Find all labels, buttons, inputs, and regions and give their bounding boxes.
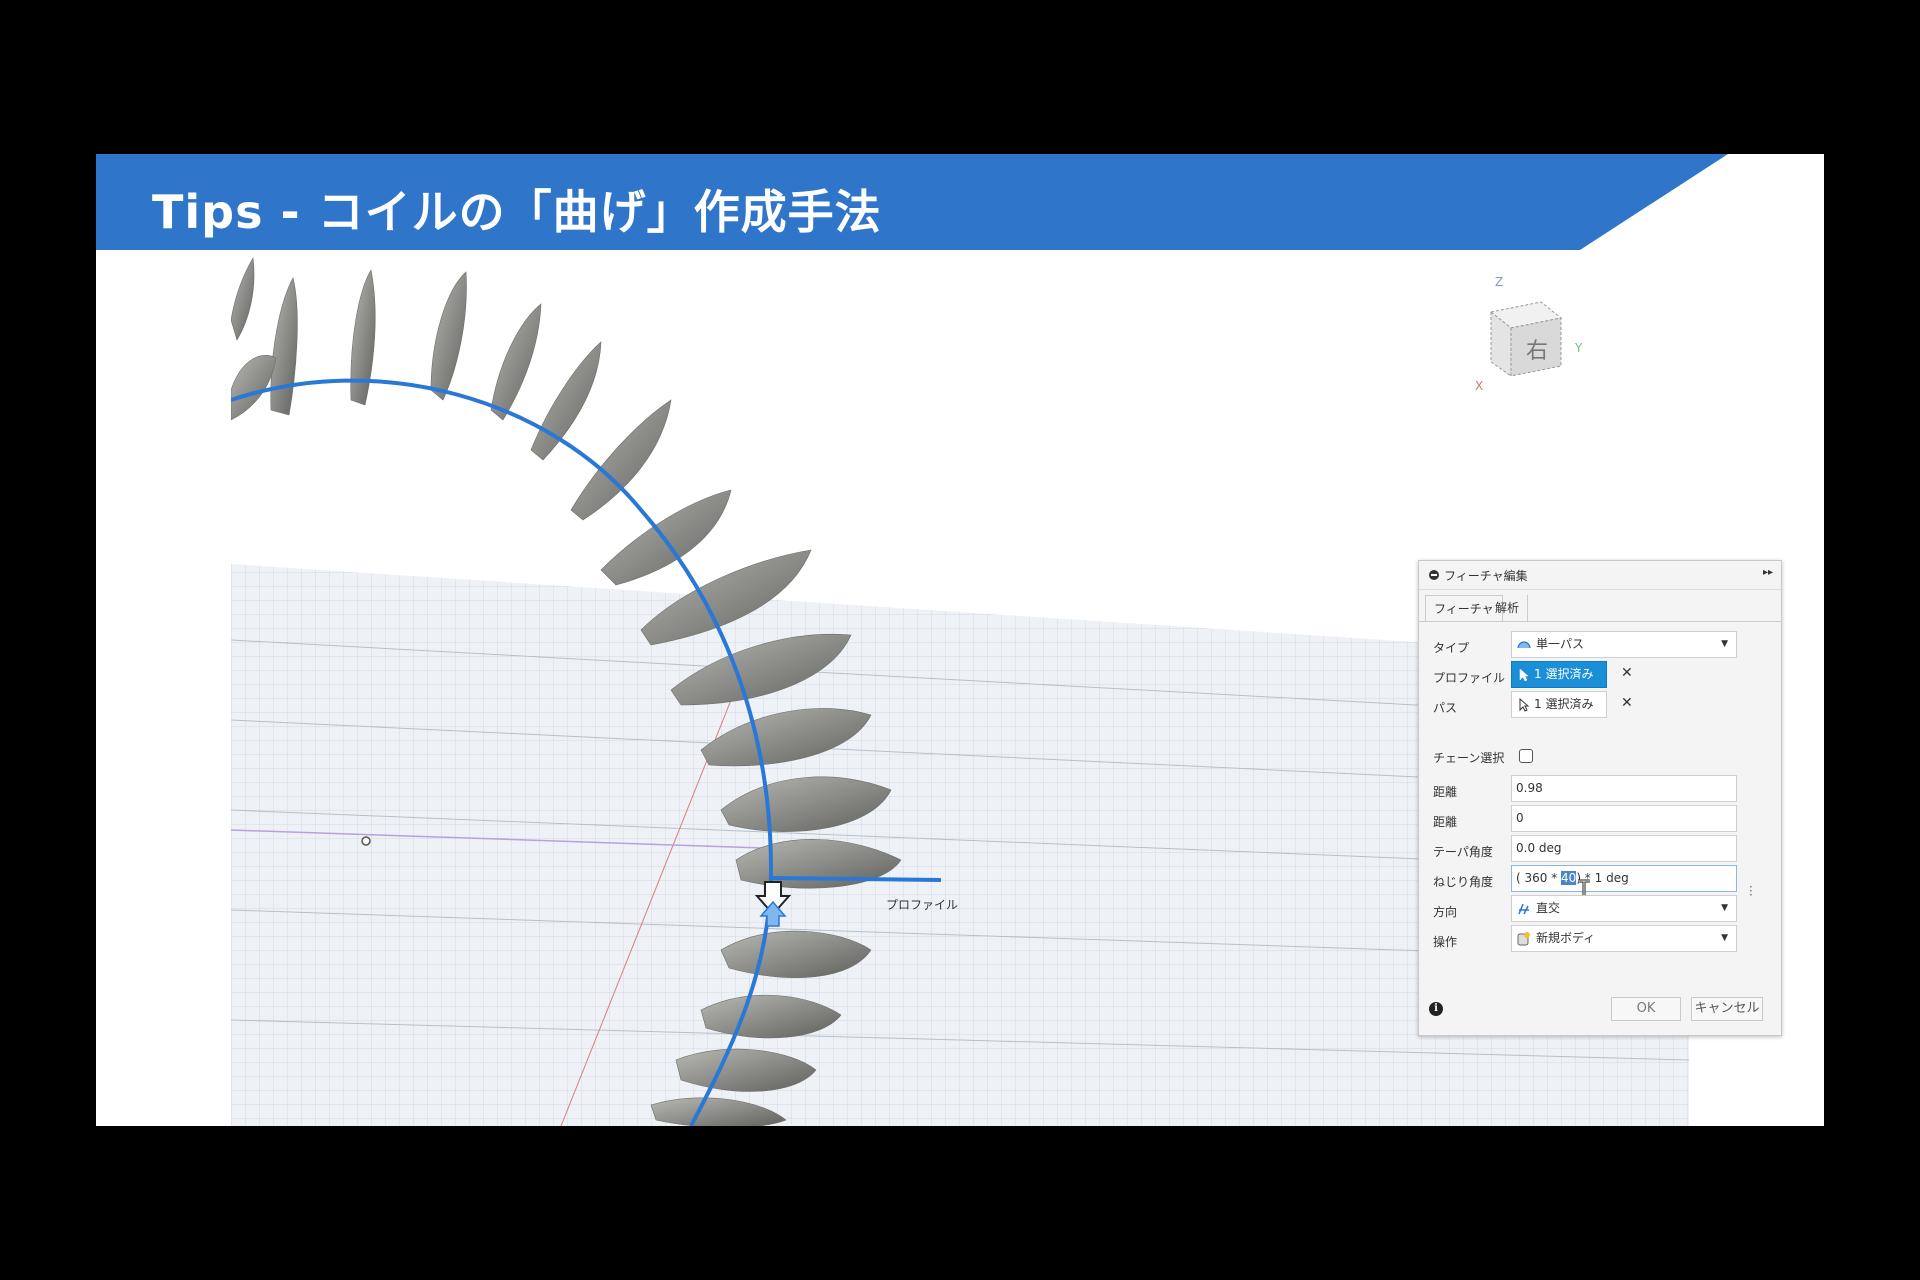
direction-icon	[1518, 903, 1529, 915]
type-value: 単一パス	[1536, 637, 1585, 651]
twist-prefix: ( 360 *	[1516, 871, 1562, 885]
direction-label: 方向	[1433, 905, 1458, 919]
distance1-field[interactable]: 0.98	[1511, 775, 1737, 802]
tab-divider	[1419, 621, 1781, 622]
dialog-header[interactable]: フィーチャ編集 ▸▸	[1419, 561, 1781, 590]
path-value: 1 選択済み	[1534, 697, 1594, 711]
distance2-label: 距離	[1433, 815, 1458, 829]
twist-angle-field[interactable]: ( 360 * 40) * 1 deg	[1511, 865, 1737, 892]
ok-button[interactable]: OK	[1611, 997, 1681, 1021]
taper-angle-field[interactable]: 0.0 deg	[1511, 835, 1737, 862]
type-select[interactable]: 単一パス ▼	[1511, 631, 1737, 658]
type-label: タイプ	[1433, 641, 1470, 655]
cursor-icon	[1519, 668, 1529, 682]
close-icon[interactable]: ✕	[1621, 695, 1633, 711]
operation-value: 新規ボディ	[1536, 931, 1596, 945]
slide-title: Tips - コイルの「曲げ」作成手法	[152, 185, 882, 239]
path-type-icon	[1517, 641, 1531, 649]
profile-label: プロファイル	[886, 898, 959, 912]
chain-select-checkbox[interactable]	[1519, 749, 1533, 763]
profile-select-button[interactable]: 1 選択済み	[1511, 661, 1607, 688]
path-row-label: パス	[1433, 701, 1458, 715]
expand-arrows-icon[interactable]: ▸▸	[1763, 567, 1773, 578]
cancel-button[interactable]: キャンセル	[1691, 997, 1763, 1021]
chevron-down-icon: ▼	[1721, 903, 1728, 913]
operation-select[interactable]: 新規ボディ ▼	[1511, 925, 1737, 952]
profile-row-label: プロファイル	[1433, 671, 1506, 685]
distance1-label: 距離	[1433, 785, 1458, 799]
cursor-icon	[1519, 698, 1529, 712]
svg-text:Y: Y	[1574, 341, 1583, 355]
direction-select[interactable]: 直交 ▼	[1511, 895, 1737, 922]
svg-text:右: 右	[1526, 339, 1548, 364]
direction-value: 直交	[1536, 901, 1561, 915]
chevron-down-icon: ▼	[1721, 639, 1728, 649]
taper-angle-label: テーパ角度	[1433, 845, 1493, 859]
slide: Tips - コイルの「曲げ」作成手法 プロファイル 右 Z X Y フィーチャ…	[96, 154, 1824, 1126]
view-cube-icon[interactable]: 右 Z X Y	[1471, 272, 1591, 392]
info-icon[interactable]: i	[1429, 1002, 1443, 1016]
tab-analysis[interactable]: 解析	[1487, 595, 1529, 621]
minus-circle-icon[interactable]	[1429, 570, 1439, 580]
twist-angle-label: ねじり角度	[1433, 875, 1494, 889]
svg-text:X: X	[1475, 379, 1483, 392]
more-options-icon[interactable]: · · ·	[1749, 881, 1753, 901]
dialog-title: フィーチャ編集	[1444, 568, 1528, 583]
chain-select-label: チェーン選択	[1433, 751, 1505, 765]
close-icon[interactable]: ✕	[1621, 665, 1633, 681]
distance2-field[interactable]: 0	[1511, 805, 1737, 832]
new-body-icon	[1517, 932, 1530, 946]
profile-line	[770, 876, 942, 882]
operation-label: 操作	[1433, 935, 1458, 949]
svg-text:Z: Z	[1495, 275, 1503, 289]
path-select-button[interactable]: 1 選択済み	[1511, 691, 1607, 718]
chevron-down-icon: ▼	[1721, 933, 1728, 943]
profile-value: 1 選択済み	[1534, 667, 1594, 681]
feature-edit-dialog: フィーチャ編集 ▸▸ フィーチャ 解析 タイプ 単一パス ▼ プロファイル 1 …	[1418, 560, 1782, 1036]
point-marker	[361, 836, 371, 846]
